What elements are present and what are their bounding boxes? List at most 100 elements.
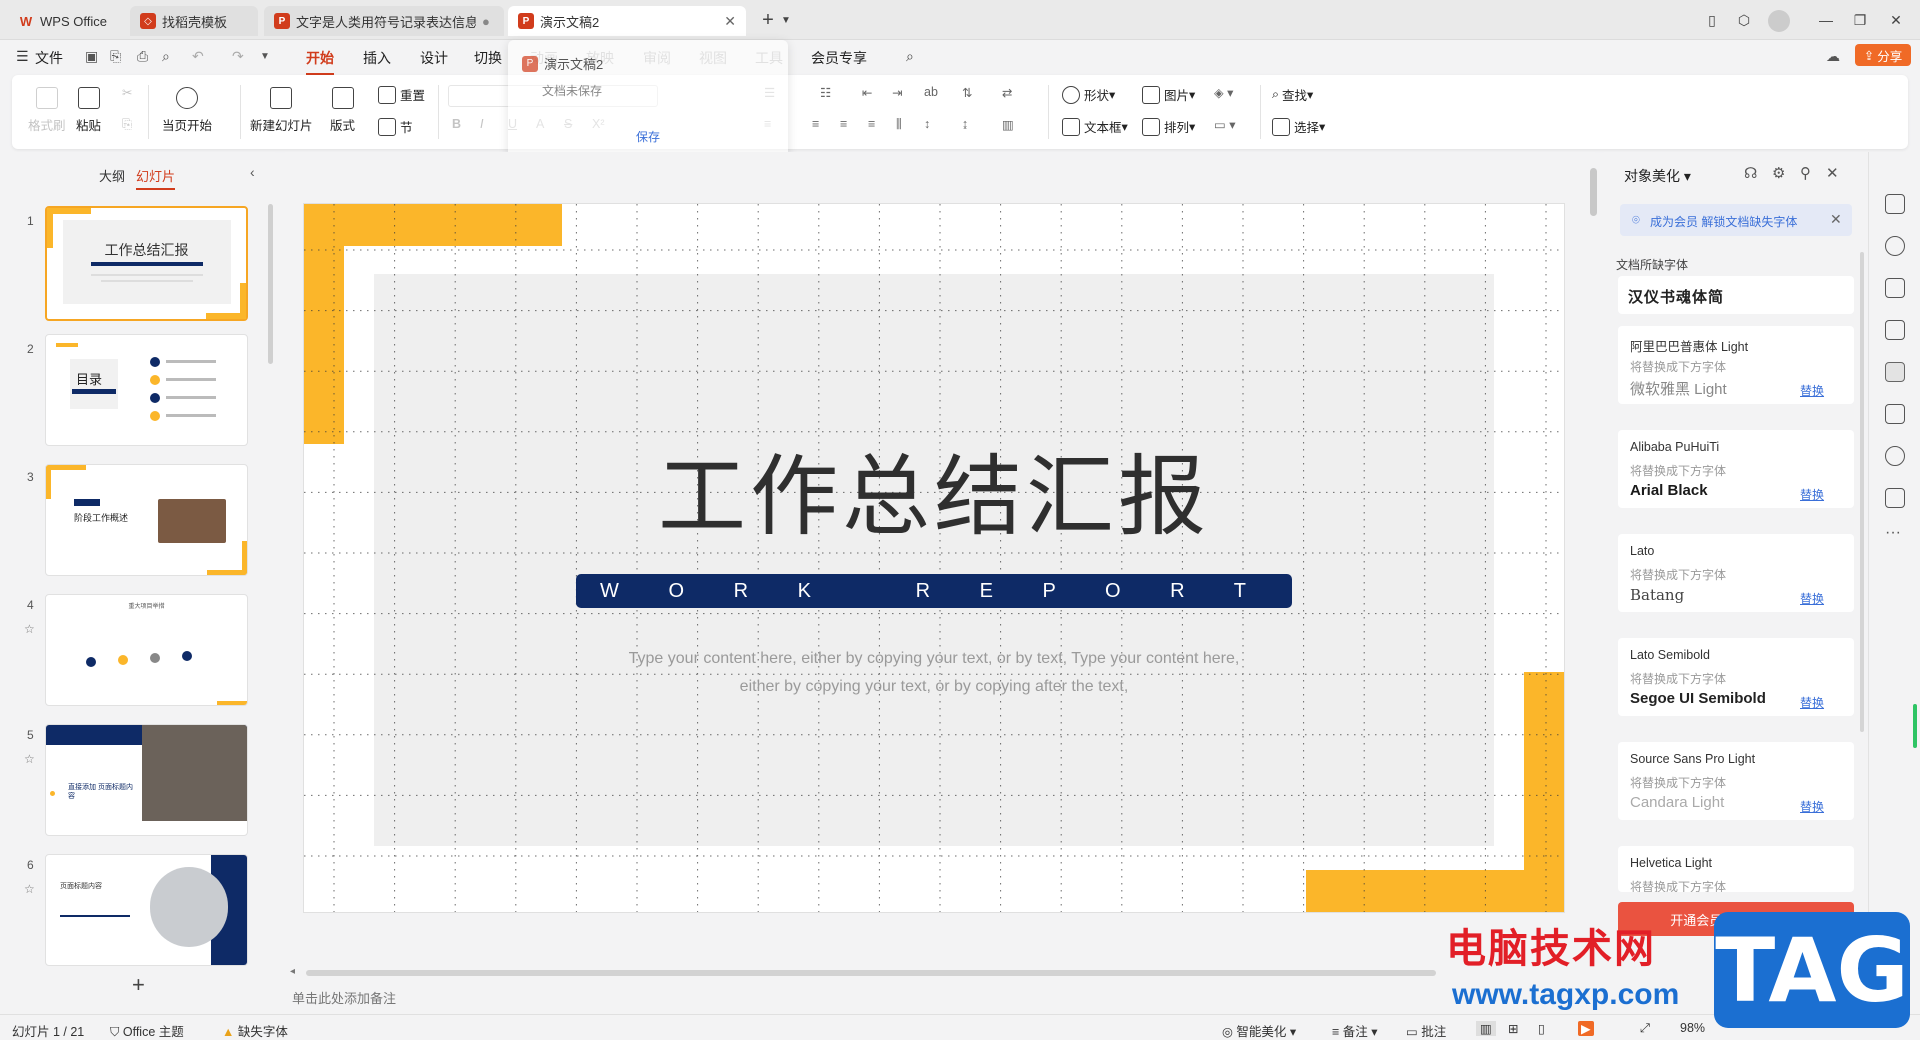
reading-view-icon[interactable]: ▯ [1538,1021,1545,1036]
textbox-button[interactable]: 文本框 ▾ [1062,117,1128,136]
play-from-current-button[interactable]: 当页开始 [162,87,212,134]
columns-icon[interactable]: ▥ [1002,117,1014,132]
brush-icon[interactable] [1885,488,1905,508]
undo-icon[interactable]: ↶ [192,48,204,65]
tab-docer[interactable]: ◇ 找稻壳模板 [130,6,258,36]
print-preview-icon[interactable]: ⌕ [162,48,170,65]
tab-document-1[interactable]: P 文字是人类用符号记录表达信息以 ● [264,6,504,36]
missing-font-button[interactable]: ▲ 缺失字体 [222,1021,288,1040]
indent-icon[interactable]: ⇤ [862,85,872,100]
numbering-icon[interactable]: ☷ [820,85,831,100]
arrange-button[interactable]: 排列 ▾ [1142,117,1195,136]
format-painter-button[interactable]: 格式刷 [28,87,66,134]
slide-thumbnail-6[interactable]: 页面标题内容 [45,854,248,966]
tab-slides[interactable]: 幻灯片 [136,166,176,190]
restore-icon[interactable]: ❐ [1850,10,1870,30]
avatar[interactable] [1768,10,1790,32]
zoom-level[interactable]: 98% [1680,1021,1705,1035]
normal-view-icon[interactable]: ▥ [1476,1021,1496,1036]
menu-design[interactable]: 设计 [420,48,448,68]
copy-icon[interactable]: ⎘ [122,117,132,132]
font-card-first[interactable]: 汉仪书魂体简 [1618,276,1854,314]
picture-button[interactable]: 图片 ▾ [1142,85,1195,104]
minimize-icon[interactable]: — [1816,10,1836,30]
add-slide-button[interactable]: + [132,972,145,998]
pin-icon[interactable]: ⚲ [1800,164,1811,182]
font-card[interactable]: 阿里巴巴普惠体 Light 将替换成下方字体 微软雅黑 Light 替换 [1618,326,1854,404]
theme-button[interactable]: ⛉ Office 主题 [110,1021,184,1040]
align-center-icon[interactable]: ≡ [812,117,819,131]
horizontal-scrollbar[interactable] [306,970,1436,976]
convert-icon[interactable]: ⇄ [1002,85,1012,100]
share-button[interactable]: ⇪ 分享 [1855,44,1911,66]
font-card[interactable]: Alibaba PuHuiTi 将替换成下方字体 Arial Black 替换 [1618,430,1854,508]
font-card[interactable]: Lato Semibold 将替换成下方字体 Segoe UI Semibold… [1618,638,1854,716]
slide-thumbnail-5[interactable]: 直接添加 页面标题内容 [45,724,248,836]
collapse-panel-icon[interactable]: ‹ [250,164,255,180]
hamburger-icon[interactable]: ☰ [16,48,29,65]
redo-icon[interactable]: ↷ [232,48,244,65]
picture-icon[interactable] [1885,320,1905,340]
find-button[interactable]: ⌕ 查找 ▾ [1272,85,1313,104]
slide-title[interactable]: 工作总结汇报 [304,426,1564,553]
export-icon[interactable]: ⎘ [110,48,121,65]
italic-icon[interactable]: I [480,117,483,131]
star-icon[interactable] [1885,236,1905,256]
comments-button[interactable]: ▭ 批注 [1406,1021,1446,1040]
download-fonts-button[interactable]: 开通会员后下载（12） [1618,902,1854,936]
gear-icon[interactable]: ⚙ [1772,164,1785,182]
menu-insert[interactable]: 插入 [363,48,391,68]
cut-icon[interactable]: ✂ [122,85,132,100]
slideshow-icon[interactable]: ▶ [1578,1021,1594,1036]
notes-placeholder[interactable]: 单击此处添加备注 [292,988,396,1007]
close-panel-icon[interactable]: ✕ [1826,164,1839,182]
copy-icon[interactable] [1885,278,1905,298]
popup-save-button[interactable]: 保存 [636,128,660,145]
tab-document-2[interactable]: P 演示文稿2 ✕ [508,6,746,36]
vertical-scrollbar[interactable] [1590,168,1597,216]
font-card[interactable]: Lato 将替换成下方字体 Batang 替换 [1618,534,1854,612]
slide-body-line-2[interactable]: either by copying your text, or by copyi… [304,678,1564,696]
cloud-icon[interactable]: ☁ [1826,48,1840,65]
close-tip-icon[interactable]: ✕ [1830,211,1842,228]
reset-button[interactable]: 重置 [378,85,425,104]
menu-file[interactable]: 文件 [35,48,63,68]
star-icon[interactable]: ☆ [24,882,35,896]
line-spacing-icon[interactable]: ↕ [924,117,930,131]
more-icon[interactable]: ··· [1885,524,1901,542]
font-card[interactable]: Helvetica Light 将替换成下方字体 [1618,846,1854,892]
slide-thumbnail-2[interactable]: 目录 [45,334,248,446]
outdent-icon[interactable]: ⇥ [892,85,902,100]
slide-thumbnail-1[interactable]: 工作总结汇报 [45,206,248,321]
headset-icon[interactable]: ☊ [1744,164,1757,182]
more-chevron-icon[interactable]: ▼ [260,51,270,62]
fit-icon[interactable]: ⤢ [1640,1021,1650,1036]
section-button[interactable]: 节 [378,117,413,136]
outline-icon[interactable]: ▭ ▾ [1214,117,1236,132]
tab-outline[interactable]: 大纲 [99,166,125,185]
help-icon[interactable] [1885,446,1905,466]
fill-icon[interactable]: ◈ ▾ [1214,85,1233,100]
beautify-icon[interactable] [1885,362,1905,382]
align-right-icon[interactable]: ≡ [840,117,847,131]
slide-body-line-1[interactable]: Type your content here, either by copyin… [304,650,1564,668]
replace-button[interactable]: 替换 [1800,590,1824,607]
star-icon[interactable]: ☆ [24,622,35,636]
close-tab-icon[interactable]: ✕ [724,13,736,30]
justify-icon[interactable]: ≡ [868,117,875,131]
slide-thumbnail-4[interactable]: 重大项目举措 [45,594,248,706]
shape-button[interactable]: 形状 ▾ [1062,85,1115,104]
replace-button[interactable]: 替换 [1800,798,1824,815]
print-icon[interactable]: ⎙ [137,48,148,65]
slide-thumbnail-3[interactable]: 阶段工作概述 [45,464,248,576]
paste-button[interactable]: 粘贴 [76,87,101,134]
menu-transition[interactable]: 切换 [474,48,502,68]
sort-icon[interactable]: ⇅ [962,85,972,100]
smart-beautify-button[interactable]: ◎ 智能美化 ▾ [1222,1021,1296,1040]
new-slide-button[interactable]: 新建幻灯片 [250,87,313,134]
select-button[interactable]: 选择 ▾ [1272,117,1325,136]
bold-icon[interactable]: B [452,117,461,131]
cube-icon[interactable]: ⬡ [1734,10,1754,30]
distribute-icon[interactable]: ⫼ [896,117,902,132]
slide-subtitle[interactable]: W O R K R E P O R T [576,574,1292,608]
